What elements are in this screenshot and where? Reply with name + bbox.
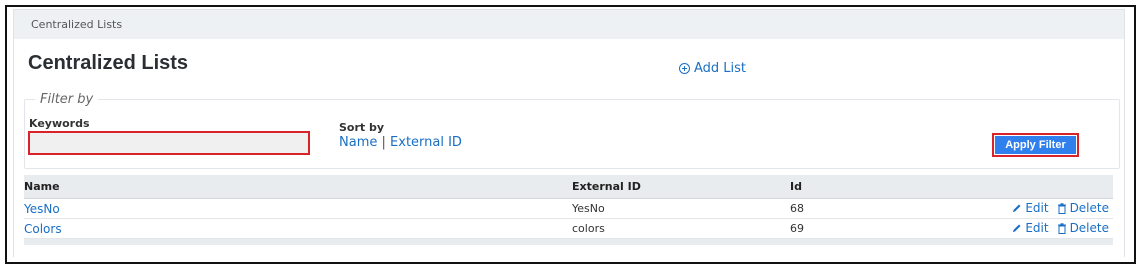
edit-label: Edit — [1025, 221, 1049, 235]
sort-options: Name | External ID — [339, 135, 462, 150]
keywords-label: Keywords — [29, 117, 90, 130]
pencil-icon — [1013, 204, 1021, 212]
external-id-cell: YesNo — [572, 202, 605, 215]
table-row: YesNo YesNo 68 Edit Delete — [24, 199, 1113, 219]
list-name-link[interactable]: YesNo — [24, 202, 60, 216]
lists-table: Name External ID Id YesNo YesNo 68 Edit … — [24, 175, 1113, 245]
sort-by-name-link[interactable]: Name — [339, 135, 377, 150]
table-header: Name External ID Id — [24, 175, 1113, 199]
list-name-link[interactable]: Colors — [24, 222, 62, 236]
row-actions: Edit Delete — [1012, 201, 1109, 215]
delete-button[interactable]: Delete — [1057, 201, 1109, 215]
delete-button[interactable]: Delete — [1057, 221, 1109, 235]
pencil-icon — [1013, 224, 1021, 232]
sort-by-external-id-link[interactable]: External ID — [390, 135, 462, 150]
trash-icon — [1057, 222, 1066, 234]
add-list-button[interactable]: Add List — [679, 61, 746, 76]
apply-filter-button[interactable]: Apply Filter — [992, 133, 1079, 157]
add-list-label: Add List — [694, 61, 747, 76]
edit-button[interactable]: Edit — [1012, 221, 1049, 235]
keywords-input[interactable] — [28, 131, 310, 155]
sort-by-label: Sort by — [339, 121, 385, 134]
trash-icon — [1057, 202, 1066, 214]
plus-circle-icon — [679, 63, 690, 74]
delete-label: Delete — [1069, 201, 1109, 215]
filter-legend: Filter by — [35, 92, 99, 107]
row-actions: Edit Delete — [1012, 221, 1109, 235]
panel-header-title: Centralized Lists — [31, 18, 123, 31]
column-header-external-id: External ID — [572, 180, 641, 193]
panel-header: Centralized Lists — [13, 9, 1125, 39]
id-cell: 69 — [790, 222, 804, 235]
column-header-id: Id — [790, 180, 802, 193]
sort-separator: | — [381, 135, 386, 150]
column-header-name: Name — [24, 180, 60, 193]
page-title: Centralized Lists — [28, 52, 189, 74]
edit-button[interactable]: Edit — [1012, 201, 1049, 215]
delete-label: Delete — [1069, 221, 1109, 235]
id-cell: 68 — [790, 202, 804, 215]
external-id-cell: colors — [572, 222, 605, 235]
edit-label: Edit — [1025, 201, 1049, 215]
table-row: Colors colors 69 Edit Delete — [24, 219, 1113, 239]
table-footer — [24, 239, 1113, 245]
